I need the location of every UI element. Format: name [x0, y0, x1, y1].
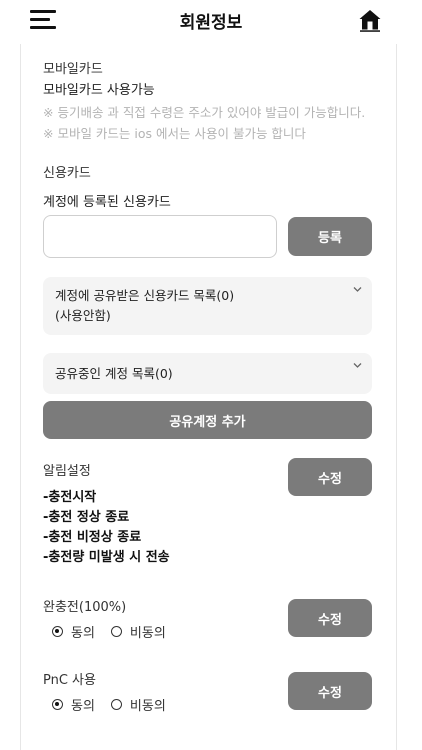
home-icon[interactable] [358, 8, 382, 32]
chevron-down-icon [353, 287, 362, 292]
full-charge-edit-button[interactable]: 수정 [288, 599, 372, 637]
add-shared-account-button[interactable]: 공유계정 추가 [43, 401, 372, 439]
full-charge-label: 완충전(100%) [43, 600, 127, 615]
mobile-card-label: 모바일카드 [43, 62, 103, 77]
credit-card-label: 신용카드 [43, 166, 91, 181]
mobile-card-note-2: ※ 모바일 카드는 ios 에서는 사용이 불가능 합니다 [43, 126, 306, 141]
shared-received-cards-status: (사용안함) [55, 308, 111, 323]
pnc-agree-label: 동의 [71, 698, 95, 714]
register-card-button[interactable]: 등록 [288, 217, 372, 256]
mobile-card-status: 모바일카드 사용가능 [43, 83, 155, 98]
pnc-edit-button[interactable]: 수정 [288, 672, 372, 710]
shared-received-cards-title: 계정에 공유받은 신용카드 목록(0) [55, 288, 235, 303]
app-header: 회원정보 [0, 0, 422, 40]
sharing-accounts-dropdown[interactable]: 공유중인 계정 목록(0) [43, 353, 372, 394]
mobile-card-note-1: ※ 등기배송 과 직접 수령은 주소가 있어야 발급이 가능합니다. [43, 105, 366, 120]
shared-received-cards-dropdown[interactable]: 계정에 공유받은 신용카드 목록(0) (사용안함) [43, 277, 372, 335]
full-charge-disagree-label: 비동의 [129, 625, 166, 641]
full-charge-disagree-radio[interactable] [110, 625, 122, 637]
pnc-disagree-radio[interactable] [110, 698, 122, 710]
pnc-disagree-label: 비동의 [129, 698, 166, 714]
chevron-down-icon [353, 363, 362, 368]
notification-edit-button[interactable]: 수정 [288, 458, 372, 496]
notification-item-abnormal-end: -충전 비정상 종료 [43, 530, 142, 545]
registered-card-label: 계정에 등록된 신용카드 [43, 195, 171, 210]
notification-item-no-charge: -충전량 미발생 시 전송 [43, 550, 170, 565]
pnc-radio-group: 동의 비동의 [52, 695, 166, 714]
notification-item-charge-start: -충전시작 [43, 490, 97, 505]
full-charge-agree-label: 동의 [71, 625, 95, 641]
full-charge-agree-radio[interactable] [52, 625, 63, 637]
content-right-border [396, 44, 397, 750]
pnc-agree-radio[interactable] [52, 698, 63, 710]
full-charge-radio-group: 동의 비동의 [52, 622, 166, 641]
pnc-label: PnC 사용 [43, 673, 96, 688]
notification-item-normal-end: -충전 정상 종료 [43, 510, 130, 525]
sharing-accounts-title: 공유중인 계정 목록(0) [55, 366, 173, 381]
content-left-border [20, 44, 21, 750]
notification-label: 알림설정 [43, 464, 91, 479]
credit-card-input[interactable] [43, 215, 277, 258]
